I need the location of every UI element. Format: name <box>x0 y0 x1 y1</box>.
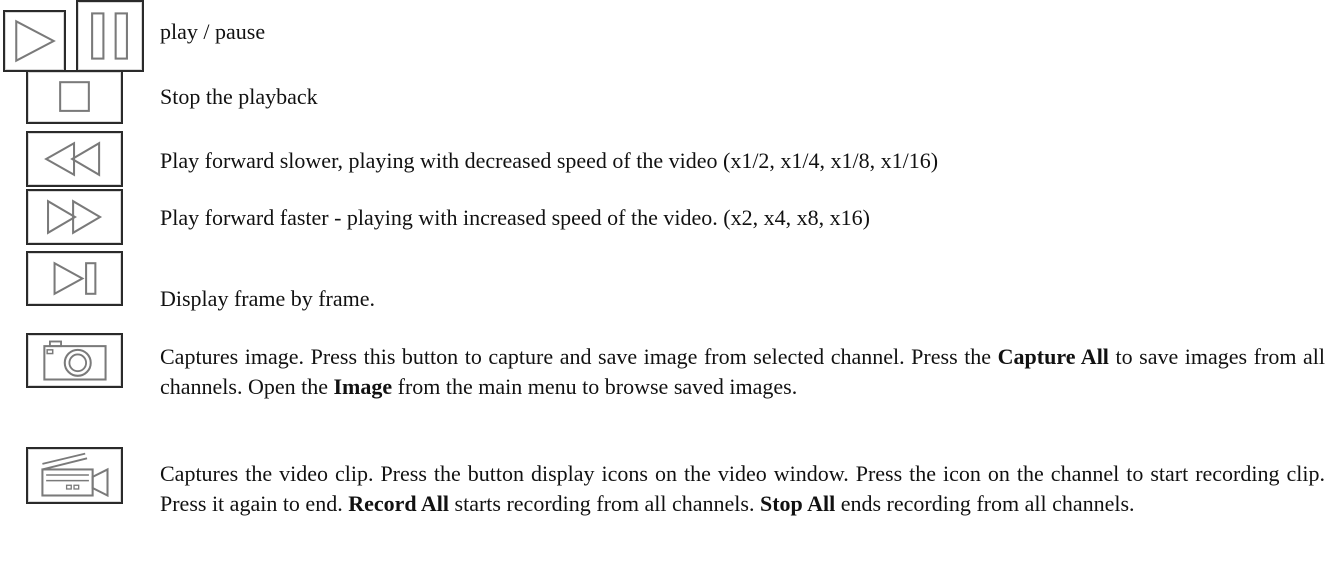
camera-icon <box>43 340 107 381</box>
pause-button[interactable] <box>76 0 144 72</box>
capture-image-description: Captures image. Press this button to cap… <box>160 344 1325 399</box>
slow-forward-description: Play forward slower, playing with decrea… <box>160 148 939 173</box>
slow-forward-button[interactable] <box>26 131 123 187</box>
capture-all-term: Capture All <box>997 344 1109 369</box>
frame-step-description: Display frame by frame. <box>160 286 376 311</box>
capture-image-button[interactable] <box>26 333 123 388</box>
video-camera-icon <box>41 452 109 498</box>
pause-icon <box>91 12 128 60</box>
record-all-term: Record All <box>348 491 450 516</box>
play-icon <box>15 19 56 63</box>
record-clip-description: Captures the video clip. Press the butto… <box>160 461 1325 516</box>
play-pause-description: play / pause <box>160 19 266 44</box>
slow-forward-icon <box>44 141 101 177</box>
fast-forward-description: Play forward faster - playing with incre… <box>160 205 870 230</box>
stop-icon <box>59 81 90 112</box>
play-button[interactable] <box>3 10 66 72</box>
fast-forward-button[interactable] <box>26 189 123 245</box>
frame-step-button[interactable] <box>26 251 123 306</box>
image-menu-term: Image <box>333 374 393 399</box>
fast-forward-icon <box>47 199 103 235</box>
frame-step-icon <box>53 261 97 296</box>
stop-description: Stop the playback <box>160 84 318 109</box>
stop-button[interactable] <box>26 70 123 124</box>
record-clip-button[interactable] <box>26 447 123 504</box>
stop-all-term: Stop All <box>760 491 836 516</box>
